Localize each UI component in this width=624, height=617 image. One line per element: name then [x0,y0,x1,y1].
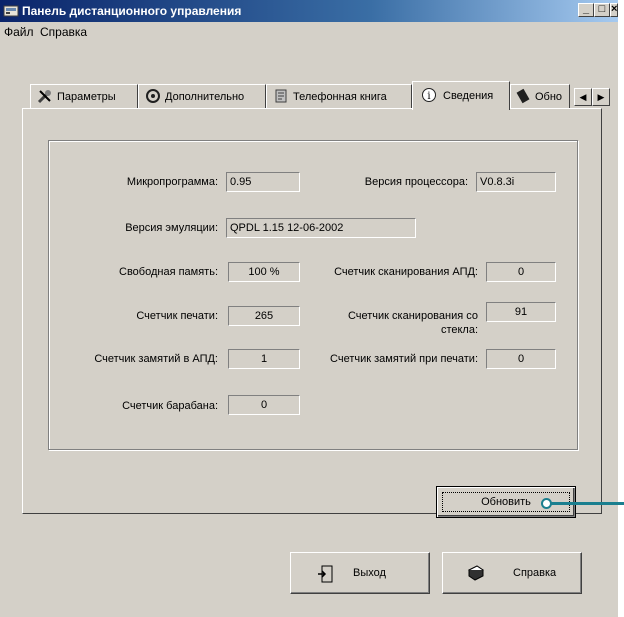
emulation-value: QPDL 1.15 12-06-2002 [226,218,416,238]
free-memory-value: 100 % [228,262,300,282]
drum-count-value: 0 [228,395,300,415]
tab-label: Дополнительно [165,91,245,103]
tab-parameters[interactable]: Параметры [30,84,138,108]
menu-bar: Файл Справка [0,22,618,42]
exit-door-icon [318,565,333,583]
exit-button[interactable]: Выход [290,552,430,594]
menu-help[interactable]: Справка [40,25,87,39]
cpu-version-value: V0.8.3i [476,172,556,192]
window-title: Панель дистанционного управления [22,4,242,18]
tab-label: Сведения [443,90,494,102]
glass-scan-count-label-line2: стекла: [440,324,478,336]
help-button-label: Справка [513,567,557,579]
tab-scroll-arrows: ◀ ▶ [574,88,610,106]
adf-jam-count-value: 1 [228,349,300,369]
tab-scroll-left-button[interactable]: ◀ [574,88,592,106]
glass-scan-count-value: 91 [486,302,556,322]
callout-dot [541,498,552,509]
adf-scan-count-label: Счетчик сканирования АПД: [334,266,478,278]
minimize-button[interactable]: _ [578,3,594,17]
help-book-icon [468,565,484,581]
tab-label: Параметры [57,91,116,103]
close-button[interactable]: × [610,3,618,17]
tab-label: Обно [535,91,563,103]
maximize-button[interactable]: □ [594,3,610,17]
print-jam-count-label: Счетчик замятий при печати: [330,353,478,365]
exit-button-label: Выход [353,567,386,579]
firmware-value: 0.95 [226,172,300,192]
tab-label: Телефонная книга [293,91,387,103]
adf-scan-count-value: 0 [486,262,556,282]
cpu-version-label: Версия процессора: [364,176,468,188]
firmware-label: Микропрограмма: [126,176,218,188]
help-button[interactable]: Справка [442,552,582,594]
tab-advanced[interactable]: Дополнительно [138,84,266,108]
print-jam-count-value: 0 [486,349,556,369]
app-icon [3,5,19,17]
adf-jam-count-label: Счетчик замятий в АПД: [94,353,218,365]
remote-control-window: Панель дистанционного управления _ □ × Ф… [0,0,624,617]
menu-file[interactable]: Файл [4,25,34,39]
update-icon [516,88,530,104]
svg-text:i: i [427,91,430,102]
gear-icon [146,89,160,103]
tools-icon [37,90,51,104]
free-memory-label: Свободная память: [119,266,218,278]
info-icon: i [422,88,436,102]
glass-scan-count-label-line1: Счетчик сканирования со [347,310,478,322]
tab-update[interactable]: Обно [510,84,570,108]
tab-phonebook[interactable]: Телефонная книга [266,84,412,108]
title-bar: Панель дистанционного управления _ □ × [0,0,618,22]
print-count-label: Счетчик печати: [136,310,218,322]
tab-scroll-right-button[interactable]: ▶ [592,88,610,106]
tab-info[interactable]: i Сведения [412,81,510,110]
drum-count-label: Счетчик барабана: [122,400,218,412]
print-count-value: 265 [228,306,300,326]
phonebook-icon [275,89,287,103]
callout-line [548,502,624,505]
emulation-label: Версия эмуляции: [125,222,218,234]
